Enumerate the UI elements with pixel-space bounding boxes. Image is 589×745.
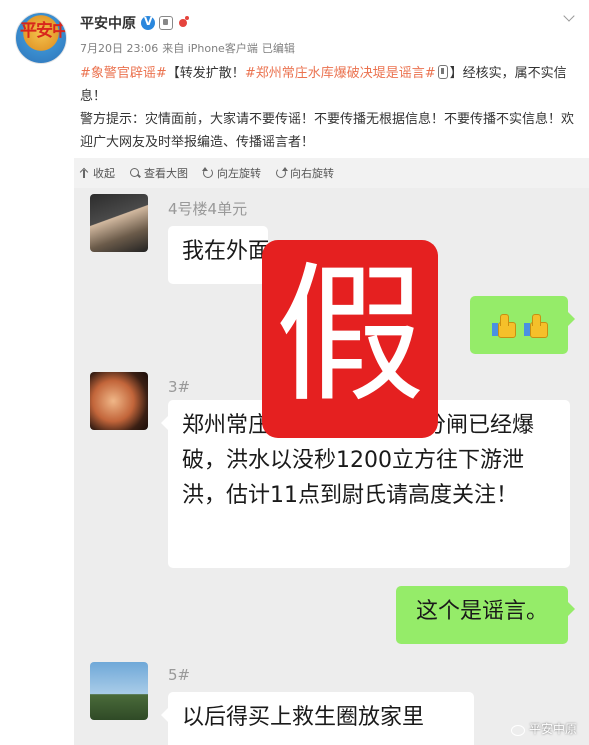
avatar[interactable]: 平安中原 — [15, 12, 67, 64]
thumbs-up-icon — [490, 312, 516, 338]
collapse-button[interactable]: 收起 — [78, 165, 115, 181]
chat-nickname: 3# — [168, 378, 191, 396]
watermark-text: 平安中原 — [528, 722, 577, 736]
post-meta: 7月20日 23:06 来自 iPhone客户端 已编辑 — [80, 40, 295, 56]
chat-nickname: 5# — [168, 666, 191, 684]
view-large-button[interactable]: 查看大图 — [129, 165, 188, 181]
rotate-right-button[interactable]: 向右旋转 — [275, 165, 334, 181]
collapse-label: 收起 — [93, 167, 115, 180]
chat-nickname: 4号楼4单元 — [168, 200, 248, 218]
chat-avatar — [90, 372, 148, 430]
thumbs-up-icon — [522, 312, 548, 338]
post-text: #象警官辟谣#【转发扩散！#郑州常庄水库爆破决堤是谣言# 】经核实，属不实信息！ … — [80, 62, 575, 154]
chat-bubble: 我在外面 — [168, 226, 268, 284]
microphone-icon — [437, 65, 448, 79]
chat-avatar — [90, 662, 148, 720]
view-large-label: 查看大图 — [144, 167, 188, 180]
post-image-viewer: 收起 查看大图 向左旋转 向右旋转 4号楼4单元 我在外面 3# 郑州常庄水库主… — [74, 158, 589, 745]
chat-bubble-reply: 这个是谣言。 — [396, 586, 575, 644]
fake-stamp-text: 假 — [274, 249, 425, 423]
crown-badge-icon — [159, 16, 173, 30]
medal-badge-icon — [177, 16, 191, 30]
username[interactable]: 平安中原 — [80, 13, 136, 33]
chevron-down-icon[interactable] — [563, 12, 575, 24]
post-time[interactable]: 7月20日 23:06 — [80, 40, 158, 56]
magnify-icon — [129, 167, 141, 179]
user-row: 平安中原 — [80, 13, 191, 33]
chat-screenshot[interactable]: 4号楼4单元 我在外面 3# 郑州常庄水库主闸决堤，分闸已经爆破，洪水以没秒12… — [74, 188, 589, 745]
post-text-segment: 【转发扩散！ — [166, 66, 245, 81]
weibo-post-header: 平安中原 平安中原 7月20日 23:06 来自 iPhone客户端 已编辑 #… — [0, 0, 589, 160]
rotate-right-icon — [275, 167, 288, 179]
post-source: 来自 iPhone客户端 — [162, 42, 258, 55]
rotate-left-button[interactable]: 向左旋转 — [202, 165, 261, 181]
hashtag-link[interactable]: #郑州常庄水库爆破决堤是谣言# — [245, 66, 436, 81]
image-toolbar: 收起 查看大图 向左旋转 向右旋转 — [74, 158, 589, 188]
rotate-right-label: 向右旋转 — [290, 167, 334, 180]
avatar-logo-text: 平安中原 — [20, 21, 67, 41]
weibo-icon — [510, 723, 525, 736]
post-text-segment: 警方提示：灾情面前，大家请不要传谣！不要传播无根据信息！不要传播不实信息！欢迎广… — [80, 112, 575, 150]
chat-bubble: 以后得买上救生圈放家里 — [161, 692, 474, 745]
hashtag-link[interactable]: #象警官辟谣# — [80, 66, 167, 81]
edited-label[interactable]: 已编辑 — [262, 40, 295, 56]
rotate-left-icon — [202, 167, 214, 179]
fake-stamp: 假 — [262, 240, 438, 438]
chat-bubble-thumbs — [470, 296, 575, 354]
verified-icon — [141, 15, 155, 30]
arrow-up-icon — [78, 167, 90, 179]
chat-avatar — [90, 194, 148, 252]
weibo-watermark: 平安中原 — [510, 720, 577, 737]
rotate-left-label: 向左旋转 — [217, 167, 261, 180]
